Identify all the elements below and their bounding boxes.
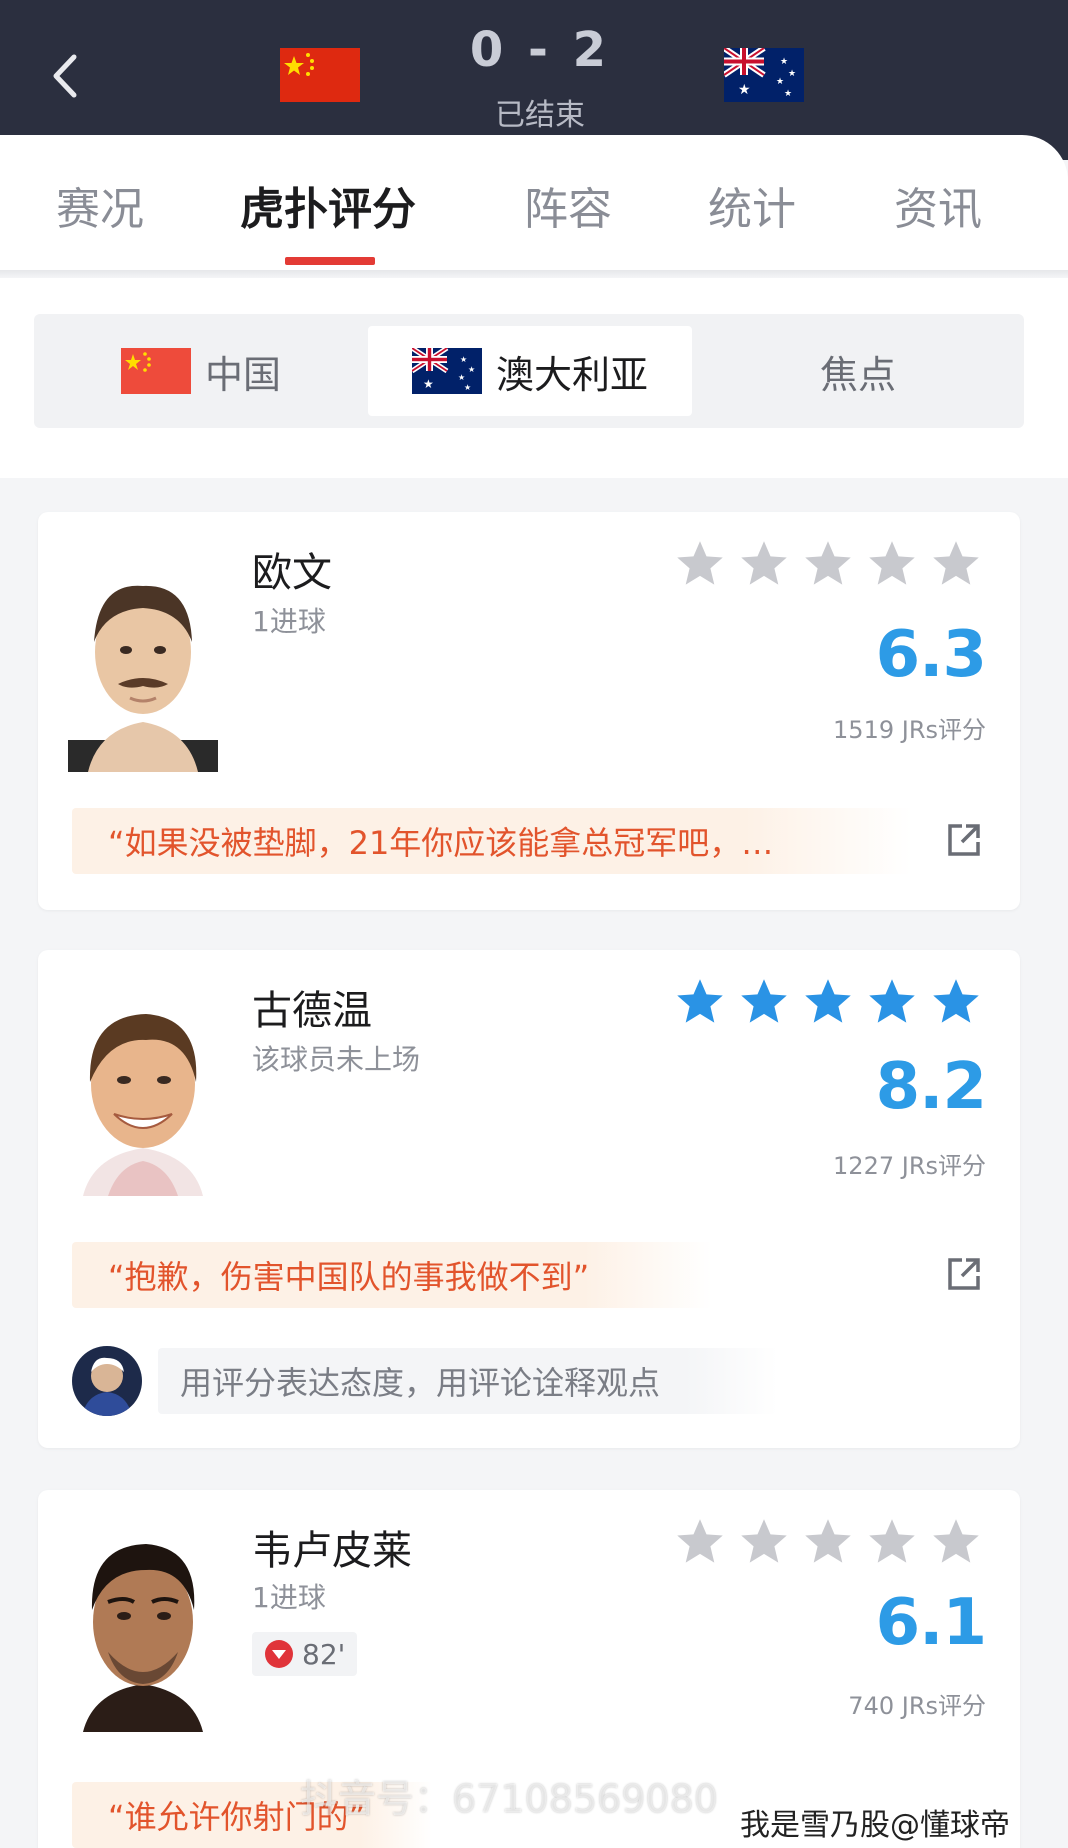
star-empty-icon[interactable] bbox=[738, 1516, 790, 1568]
player-photo bbox=[68, 572, 218, 772]
player-card[interactable]: 欧文 1进球 6.3 1519 JRs评分 “如果没被垫脚，21年你应该能拿总冠… bbox=[38, 512, 1020, 910]
svg-text:★: ★ bbox=[738, 82, 751, 98]
active-tab-indicator bbox=[285, 257, 375, 265]
star-empty-icon[interactable] bbox=[866, 538, 918, 590]
svg-text:★: ★ bbox=[458, 373, 465, 382]
star-empty-icon[interactable] bbox=[930, 1516, 982, 1568]
rating-stars[interactable] bbox=[674, 976, 982, 1028]
top-comment[interactable]: “如果没被垫脚，21年你应该能拿总冠军吧，… bbox=[72, 808, 912, 874]
rating-stars[interactable] bbox=[674, 538, 982, 590]
share-icon[interactable] bbox=[944, 1254, 984, 1294]
watermark: 抖音号：67108569080 bbox=[300, 1777, 718, 1821]
divider bbox=[0, 270, 1068, 278]
player-name: 古德温 bbox=[252, 988, 372, 1034]
segment-australia[interactable]: ★ ★ ★ ★ ★ 澳大利亚 bbox=[368, 326, 692, 416]
star-empty-icon[interactable] bbox=[674, 538, 726, 590]
chevron-left-icon bbox=[53, 54, 77, 98]
player-photo bbox=[68, 996, 218, 1196]
player-name: 欧文 bbox=[252, 550, 332, 596]
player-rating: 6.3 bbox=[875, 618, 987, 692]
tab-bar: 赛况 虎扑评分 阵容 统计 资讯 bbox=[0, 135, 1068, 270]
tab-lineup[interactable]: 阵容 bbox=[524, 173, 612, 237]
svg-text:★: ★ bbox=[464, 383, 471, 392]
svg-text:★: ★ bbox=[468, 365, 475, 374]
segment-china[interactable]: 中国 bbox=[34, 314, 368, 428]
player-status: 1进球 bbox=[252, 605, 326, 638]
comment-input[interactable]: 用评分表达态度，用评论诠释观点 bbox=[158, 1348, 778, 1414]
team-segmented-control: 中国 ★ ★ ★ ★ ★ 澳大利亚 焦点 bbox=[34, 314, 1024, 428]
segment-label: 中国 bbox=[204, 352, 281, 397]
segment-label: 焦点 bbox=[819, 352, 896, 397]
rating-count: 740 JRs评分 bbox=[848, 1692, 986, 1720]
star-filled-icon[interactable] bbox=[866, 976, 918, 1028]
rating-count: 1519 JRs评分 bbox=[833, 716, 986, 744]
star-filled-icon[interactable] bbox=[674, 976, 726, 1028]
svg-text:★: ★ bbox=[784, 89, 792, 99]
rating-stars[interactable] bbox=[674, 1516, 982, 1568]
tab-stats[interactable]: 统计 bbox=[708, 173, 796, 237]
svg-text:★: ★ bbox=[776, 77, 784, 87]
rating-count: 1227 JRs评分 bbox=[833, 1152, 986, 1180]
segment-label: 澳大利亚 bbox=[495, 352, 648, 397]
substitution-minute: 82' bbox=[302, 1637, 346, 1671]
star-empty-icon[interactable] bbox=[674, 1516, 726, 1568]
svg-text:★: ★ bbox=[423, 377, 434, 391]
team-switch-area: 中国 ★ ★ ★ ★ ★ 澳大利亚 焦点 bbox=[0, 278, 1068, 478]
top-comment[interactable]: “抱歉，伤害中国队的事我做不到” bbox=[72, 1242, 712, 1308]
player-photo bbox=[68, 1532, 218, 1732]
star-empty-icon[interactable] bbox=[802, 1516, 854, 1568]
credit-text: 我是雪乃股@懂球帝 bbox=[740, 1808, 1010, 1843]
user-avatar[interactable] bbox=[72, 1346, 142, 1416]
match-score: 0 - 2 bbox=[469, 22, 611, 78]
player-status: 该球员未上场 bbox=[252, 1043, 421, 1076]
share-icon[interactable] bbox=[944, 820, 984, 860]
tab-live[interactable]: 赛况 bbox=[56, 173, 144, 237]
player-status: 1进球 bbox=[252, 1581, 326, 1614]
match-status: 已结束 bbox=[495, 98, 585, 133]
svg-text:★: ★ bbox=[460, 355, 467, 364]
star-filled-icon[interactable] bbox=[930, 976, 982, 1028]
australia-flag-icon: ★ ★ ★ ★ ★ bbox=[411, 348, 482, 394]
australia-flag-icon: ★ ★ ★ ★ ★ bbox=[724, 48, 804, 102]
svg-text:★: ★ bbox=[780, 57, 788, 67]
star-filled-icon[interactable] bbox=[738, 976, 790, 1028]
svg-text:★: ★ bbox=[788, 69, 796, 79]
segment-focus[interactable]: 焦点 bbox=[692, 314, 1024, 428]
substitution-badge: 82' bbox=[252, 1632, 358, 1676]
player-card[interactable]: 古德温 该球员未上场 8.2 1227 JRs评分 “抱歉，伤害中国队的事我做不… bbox=[38, 950, 1020, 1448]
china-flag-icon bbox=[120, 348, 191, 394]
player-rating: 8.2 bbox=[875, 1050, 987, 1124]
player-rating: 6.1 bbox=[875, 1586, 987, 1660]
star-empty-icon[interactable] bbox=[738, 538, 790, 590]
sub-off-icon bbox=[265, 1640, 293, 1668]
star-empty-icon[interactable] bbox=[930, 538, 982, 590]
tab-hupu-rating[interactable]: 虎扑评分 bbox=[240, 173, 416, 237]
star-empty-icon[interactable] bbox=[802, 538, 854, 590]
star-empty-icon[interactable] bbox=[866, 1516, 918, 1568]
tab-news[interactable]: 资讯 bbox=[894, 173, 982, 237]
star-filled-icon[interactable] bbox=[802, 976, 854, 1028]
china-flag-icon bbox=[280, 48, 360, 102]
back-button[interactable] bbox=[40, 46, 90, 106]
player-name: 韦卢皮莱 bbox=[252, 1528, 412, 1574]
